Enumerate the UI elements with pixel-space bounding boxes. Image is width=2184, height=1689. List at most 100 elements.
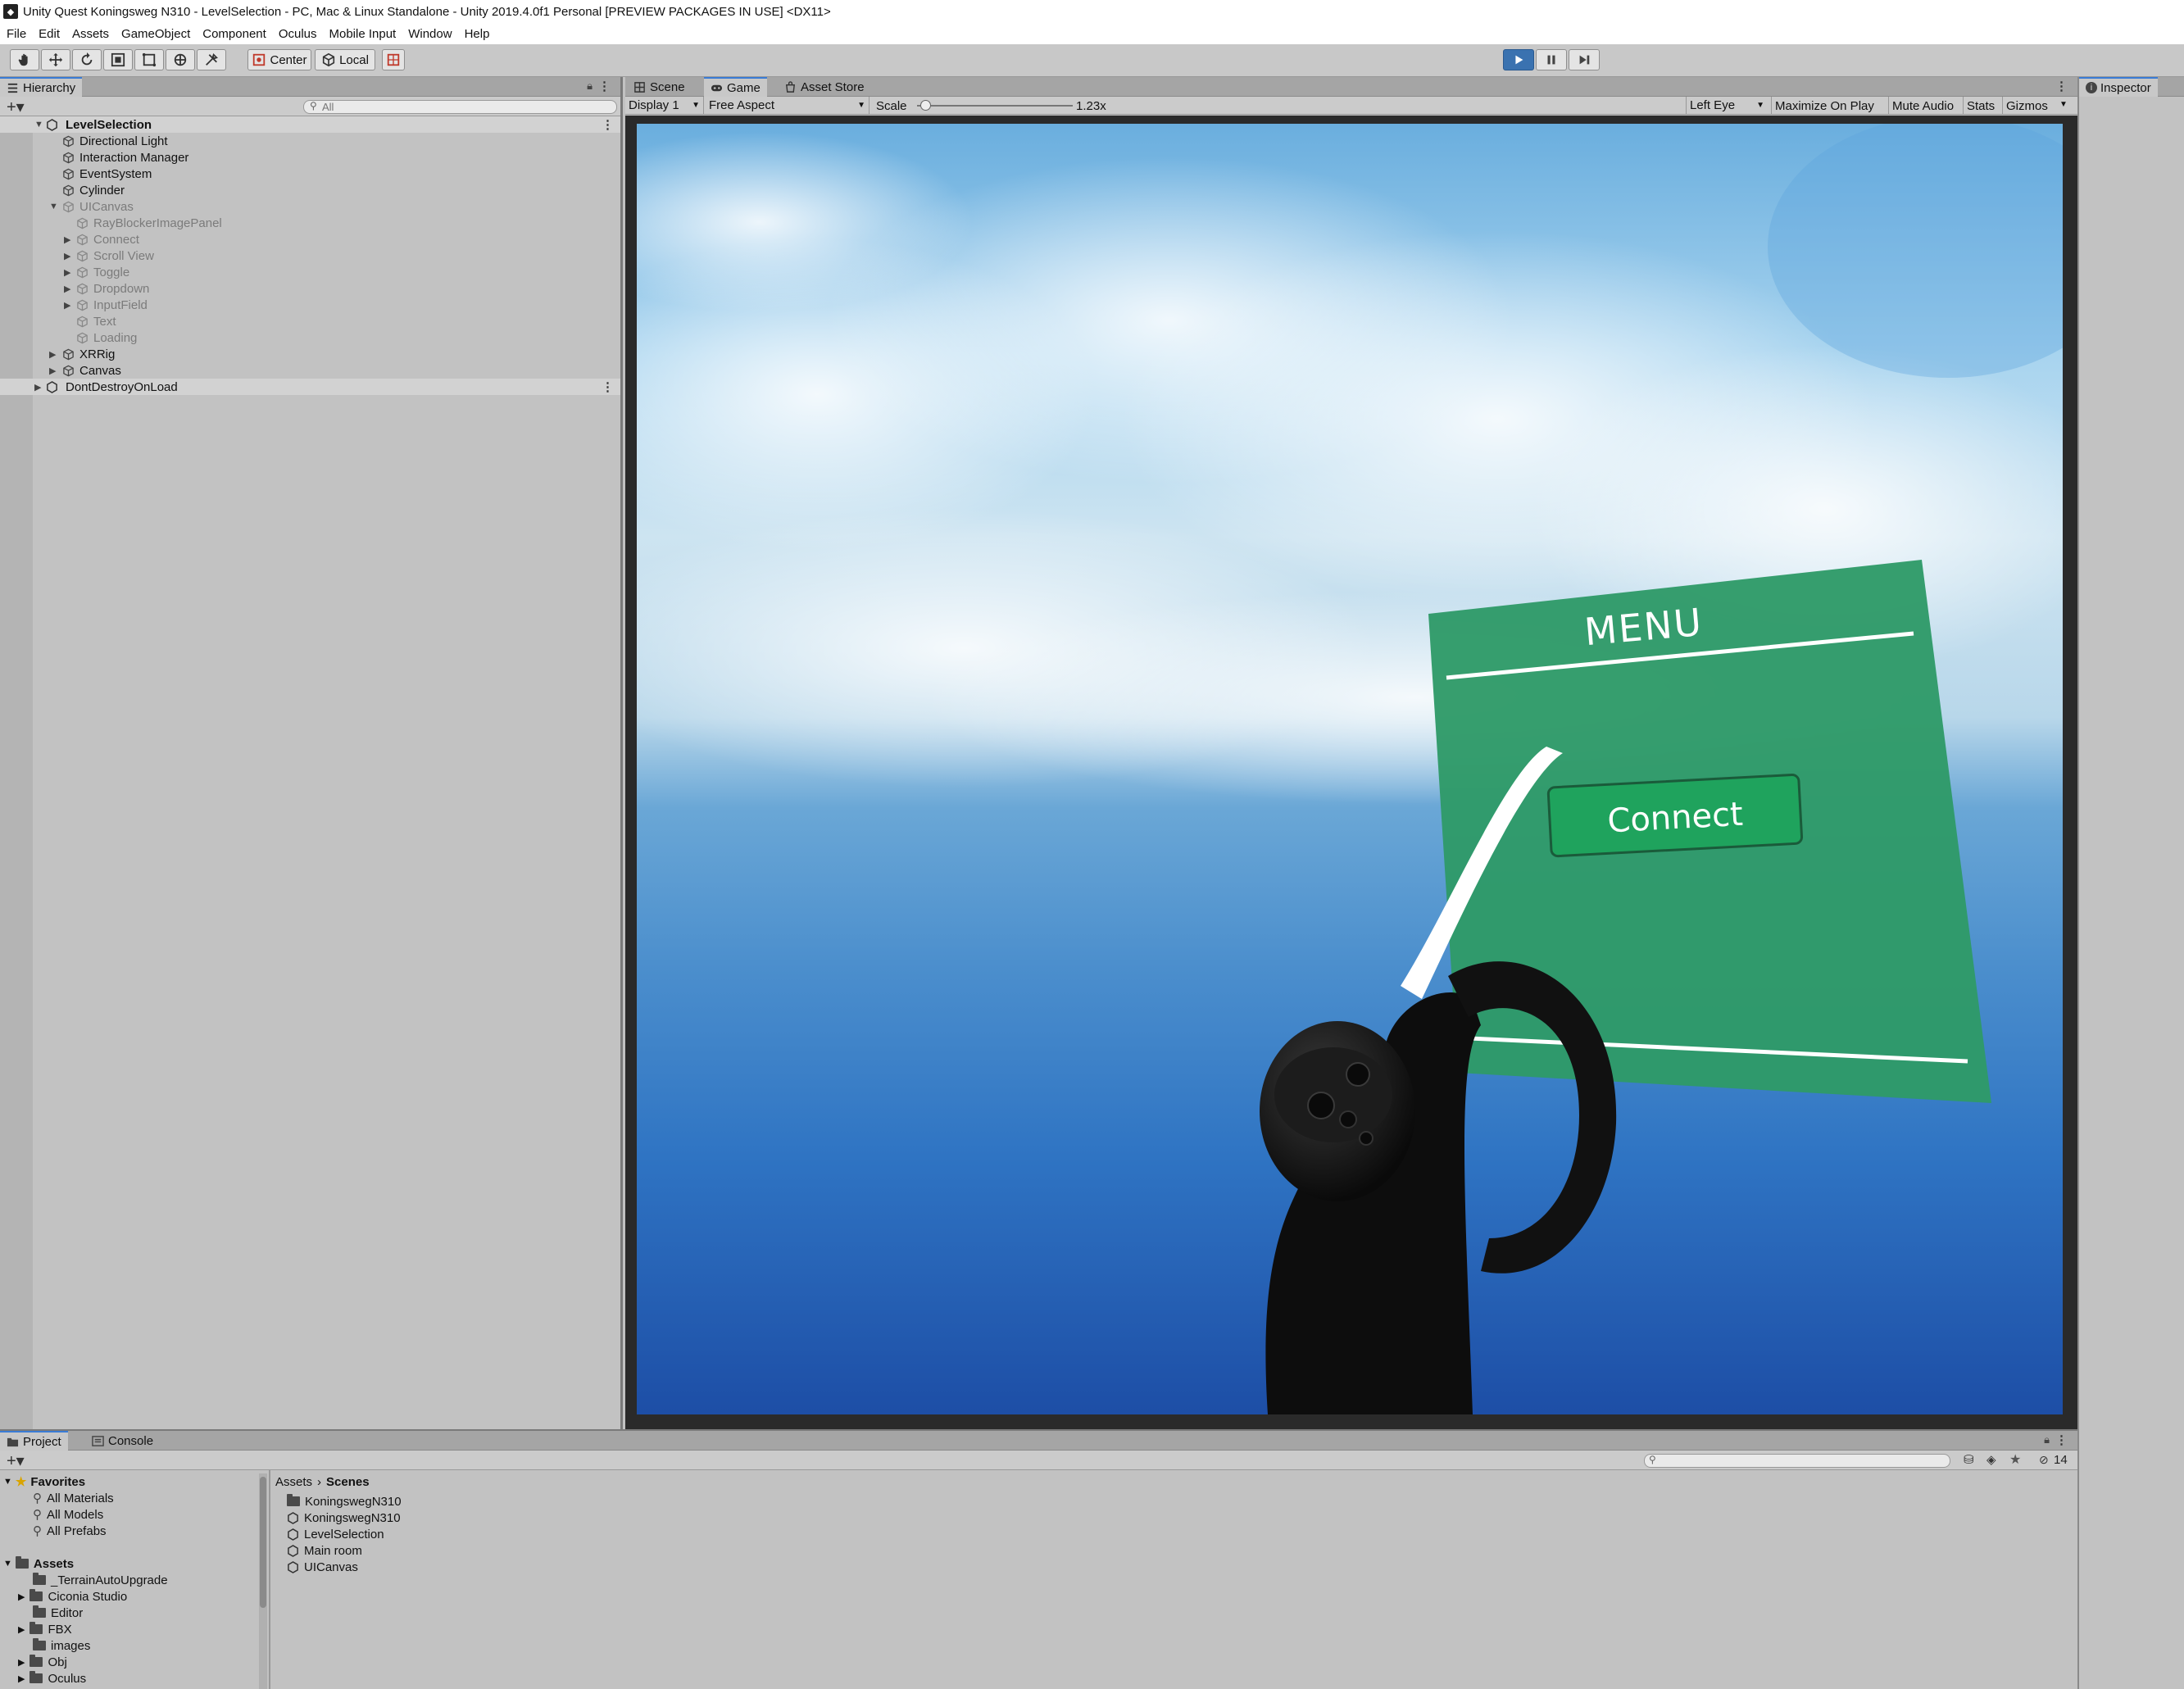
tab-inspector[interactable]: i Inspector <box>2079 77 2158 97</box>
tree-scrollbar[interactable] <box>259 1473 267 1689</box>
hierarchy-item-inputfield[interactable]: ▶ InputField <box>0 297 620 313</box>
hierarchy-item-directional-light[interactable]: Directional Light <box>0 133 620 149</box>
asset-folder-editor[interactable]: Editor <box>33 1605 83 1621</box>
aspect-dropdown[interactable]: Free Aspect ▼ <box>706 97 870 114</box>
file-main-room-scene[interactable]: Main room <box>287 1542 362 1559</box>
hierarchy-search-input[interactable] <box>303 100 617 114</box>
tab-console[interactable]: Console <box>85 1431 160 1451</box>
collapse-arrow-icon[interactable]: ▶ <box>18 1591 25 1602</box>
file-koningswegn310-scene[interactable]: KoningswegN310 <box>287 1510 401 1526</box>
eye-dropdown[interactable]: Left Eye ▼ <box>1686 97 1768 114</box>
pivot-center-button[interactable]: Center <box>247 49 311 70</box>
hierarchy-item-text[interactable]: Text <box>0 313 620 329</box>
hierarchy-item-xrrig[interactable]: ▶ XRRig <box>0 346 620 362</box>
asset-folder-obj[interactable]: ▶ Obj <box>18 1654 67 1670</box>
collapse-arrow-icon[interactable]: ▶ <box>64 284 70 294</box>
menu-component[interactable]: Component <box>202 27 266 41</box>
hierarchy-item-rayblockerimagepanel[interactable]: RayBlockerImagePanel <box>0 215 620 231</box>
expand-arrow-icon[interactable]: ▼ <box>3 1559 12 1569</box>
menu-mobile-input[interactable]: Mobile Input <box>329 27 397 41</box>
hierarchy-item-cylinder[interactable]: Cylinder <box>0 182 620 198</box>
collapse-arrow-icon[interactable]: ▶ <box>34 382 41 393</box>
hierarchy-item-interaction-manager[interactable]: Interaction Manager <box>0 149 620 166</box>
hand-tool-button[interactable] <box>10 49 39 70</box>
gizmos-toggle[interactable]: Gizmos <box>2002 97 2051 114</box>
hierarchy-item-dropdown[interactable]: ▶ Dropdown <box>0 280 620 297</box>
panel-menu-icon[interactable]: ⋮ <box>598 79 611 93</box>
menu-help[interactable]: Help <box>465 27 490 41</box>
hierarchy-item-uicanvas[interactable]: ▼ UICanvas <box>0 198 620 215</box>
transform-tool-button[interactable] <box>166 49 195 70</box>
collapse-arrow-icon[interactable]: ▶ <box>64 234 70 245</box>
display-dropdown[interactable]: Display 1 ▼ <box>625 97 704 114</box>
play-button[interactable] <box>1503 49 1534 70</box>
expand-arrow-icon[interactable]: ▼ <box>49 202 58 211</box>
hierarchy-item-toggle[interactable]: ▶ Toggle <box>0 264 620 280</box>
create-add-icon[interactable]: +▾ <box>7 1451 25 1471</box>
file-levelselection-scene[interactable]: LevelSelection <box>287 1526 384 1542</box>
hierarchy-item-canvas[interactable]: ▶ Canvas <box>0 362 620 379</box>
stats-toggle[interactable]: Stats <box>1963 97 1998 114</box>
rotate-tool-button[interactable] <box>72 49 102 70</box>
scene-menu-icon[interactable]: ⋮ <box>602 117 614 132</box>
tab-project[interactable]: Project <box>0 1431 68 1451</box>
mute-audio-toggle[interactable]: Mute Audio <box>1888 97 1957 114</box>
favorite-star-icon[interactable]: ★ <box>2009 1451 2021 1468</box>
menu-file[interactable]: File <box>7 27 26 41</box>
collapse-arrow-icon[interactable]: ▶ <box>18 1657 25 1668</box>
menu-assets[interactable]: Assets <box>72 27 109 41</box>
file-koningswegn310-folder[interactable]: KoningswegN310 <box>287 1493 402 1510</box>
collapse-arrow-icon[interactable]: ▶ <box>64 251 70 261</box>
move-tool-button[interactable] <box>41 49 70 70</box>
favorite-all-models[interactable]: ⚲ All Models <box>33 1506 103 1523</box>
gizmos-dropdown-icon[interactable]: ▼ <box>2059 100 2068 109</box>
vr-connect-button[interactable]: Connect <box>1546 774 1804 858</box>
filter-by-label-icon[interactable]: ◈ <box>1986 1452 1996 1467</box>
expand-arrow-icon[interactable]: ▼ <box>34 120 43 129</box>
tab-scene[interactable]: Scene <box>627 77 692 97</box>
panel-menu-icon[interactable]: ⋮ <box>2055 79 2068 93</box>
hierarchy-item-loading[interactable]: Loading <box>0 329 620 346</box>
collapse-arrow-icon[interactable]: ▶ <box>64 267 70 278</box>
project-splitter[interactable] <box>269 1470 270 1689</box>
filter-by-type-icon[interactable]: ⛁ <box>1964 1452 1974 1467</box>
snap-button[interactable] <box>382 49 405 70</box>
menu-edit[interactable]: Edit <box>39 27 60 41</box>
hierarchy-scene-row[interactable]: ▼ LevelSelection ⋮ <box>0 116 620 133</box>
rect-tool-button[interactable] <box>134 49 164 70</box>
custom-tool-button[interactable] <box>197 49 226 70</box>
asset-folder-ciconia-studio[interactable]: ▶ Ciconia Studio <box>18 1588 127 1605</box>
lock-icon[interactable]: 🔒︎ <box>587 79 593 93</box>
scale-slider-thumb[interactable] <box>919 100 931 111</box>
step-button[interactable] <box>1569 49 1600 70</box>
favorites-header[interactable]: ▼ ★ Favorites <box>3 1473 85 1490</box>
breadcrumb-assets[interactable]: Assets <box>275 1475 312 1489</box>
project-search-input[interactable] <box>1644 1454 1950 1468</box>
menu-oculus[interactable]: Oculus <box>279 27 317 41</box>
menu-gameobject[interactable]: GameObject <box>121 27 190 41</box>
collapse-arrow-icon[interactable]: ▶ <box>18 1673 25 1684</box>
collapse-arrow-icon[interactable]: ▶ <box>64 300 70 311</box>
tree-scrollbar-thumb[interactable] <box>260 1477 266 1608</box>
hierarchy-dontdestroy-row[interactable]: ▶ DontDestroyOnLoad ⋮ <box>0 379 620 395</box>
maximize-on-play-toggle[interactable]: Maximize On Play <box>1771 97 1878 114</box>
favorite-all-materials[interactable]: ⚲ All Materials <box>33 1490 114 1506</box>
tab-game[interactable]: Game <box>704 77 767 97</box>
expand-arrow-icon[interactable]: ▼ <box>3 1477 12 1487</box>
game-viewport[interactable]: MENU Connect <box>637 124 2063 1414</box>
hierarchy-item-eventsystem[interactable]: EventSystem <box>0 166 620 182</box>
favorite-all-prefabs[interactable]: ⚲ All Prefabs <box>33 1523 107 1539</box>
create-add-icon[interactable]: +▾ <box>7 97 25 117</box>
scale-tool-button[interactable] <box>103 49 133 70</box>
hierarchy-item-connect[interactable]: ▶ Connect <box>0 231 620 247</box>
collapse-arrow-icon[interactable]: ▶ <box>18 1624 25 1635</box>
scale-slider-track[interactable] <box>917 105 1073 107</box>
tab-hierarchy[interactable]: Hierarchy <box>0 77 83 97</box>
menu-window[interactable]: Window <box>408 27 452 41</box>
file-uicanvas-scene[interactable]: UICanvas <box>287 1559 358 1575</box>
asset-folder-oculus[interactable]: ▶ Oculus <box>18 1670 86 1687</box>
lock-icon[interactable]: 🔒︎ <box>2044 1433 2050 1446</box>
hierarchy-item-scroll-view[interactable]: ▶ Scroll View <box>0 247 620 264</box>
asset-folder-images[interactable]: images <box>33 1637 90 1654</box>
tab-asset-store[interactable]: Asset Store <box>778 77 871 97</box>
